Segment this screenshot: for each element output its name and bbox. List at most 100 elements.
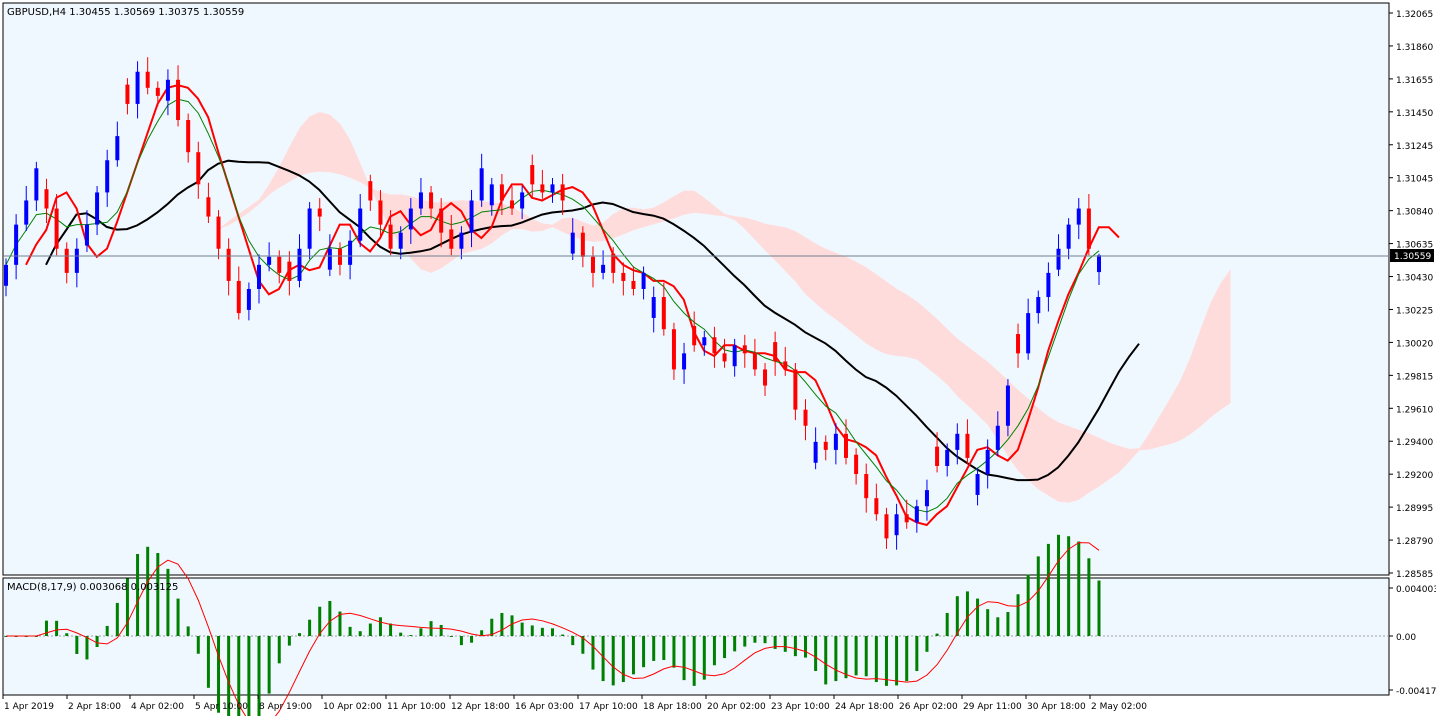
bull-candle (732, 345, 737, 367)
macd-bar (672, 636, 676, 668)
bear-candle (722, 353, 727, 362)
macd-bar (297, 633, 301, 636)
bull-candle (95, 192, 100, 225)
price-tick-label: 1.31245 (1396, 142, 1433, 152)
macd-bar (935, 633, 939, 636)
bull-candle (459, 232, 464, 249)
price-tick-label: 1.30430 (1396, 274, 1433, 284)
macd-bar (551, 628, 554, 636)
macd-bar (945, 612, 949, 636)
bull-candle (1036, 297, 1041, 314)
macd-bar (783, 636, 787, 652)
bear-candle (439, 208, 444, 233)
bull-candle (408, 208, 413, 230)
macd-bar (308, 619, 312, 636)
bear-candle (884, 514, 889, 539)
macd-bar (561, 634, 565, 636)
time-tick-label: 18 Apr 18:00 (643, 702, 702, 712)
macd-bar (874, 636, 878, 683)
bull-candle (1046, 272, 1051, 298)
bear-candle (277, 256, 282, 273)
bull-candle (641, 272, 646, 289)
macd-bar (105, 625, 109, 636)
macd-bar (854, 636, 858, 676)
macd-bar (1016, 594, 1020, 636)
bull-candle (105, 160, 110, 193)
macd-bar (1067, 536, 1071, 636)
macd-bar (65, 633, 69, 636)
bear-candle (186, 120, 191, 153)
macd-bar (419, 628, 423, 636)
bear-candle (560, 184, 565, 201)
macd-bar (844, 636, 848, 679)
macd-bar (115, 602, 119, 636)
price-tick-label: 1.31450 (1396, 109, 1433, 119)
bear-candle (510, 200, 515, 209)
time-tick-label: 12 Apr 18:00 (451, 702, 510, 712)
bull-candle (469, 200, 474, 233)
macd-bar (571, 636, 575, 646)
bear-candle (176, 79, 181, 121)
macd-bar (976, 598, 980, 636)
time-tick-label: 20 Apr 02:00 (707, 702, 766, 712)
bull-candle (520, 192, 525, 209)
macd-bar (1077, 541, 1081, 636)
macd-bar (793, 636, 797, 657)
bull-candle (924, 490, 929, 507)
time-tick-label: 11 Apr 10:00 (387, 702, 446, 712)
price-tick-label: 1.30020 (1396, 339, 1433, 349)
bear-candle (793, 369, 798, 410)
macd-bar (631, 636, 635, 675)
bear-candle (874, 498, 879, 515)
macd-bar (196, 636, 200, 654)
bear-candle (145, 71, 150, 88)
macd-bar (409, 635, 413, 637)
bull-candle (1066, 224, 1071, 249)
macd-bar (389, 623, 393, 636)
macd-bar (166, 568, 170, 636)
macd-bar (905, 636, 909, 682)
macd-bar (642, 636, 646, 668)
macd-bar (743, 636, 747, 647)
price-tick-label: 1.28995 (1396, 504, 1433, 514)
bear-candle (378, 200, 383, 225)
bull-candle (479, 168, 484, 201)
bear-candle (1086, 208, 1091, 249)
bull-candle (1026, 313, 1031, 354)
main-panel[interactable] (2, 2, 1390, 576)
macd-bar (540, 627, 544, 636)
macd-bar (287, 636, 291, 646)
bull-candle (995, 425, 1000, 450)
bear-candle (742, 345, 747, 354)
price-tick-label: 1.32065 (1396, 10, 1433, 20)
bull-candle (135, 71, 140, 104)
bear-candle (54, 208, 59, 249)
bear-candle (904, 514, 909, 523)
macd-bar (753, 636, 757, 643)
macd-bar (1026, 574, 1030, 636)
bull-candle (682, 353, 687, 370)
time-tick-label: 1 Apr 2019 (4, 702, 54, 712)
macd-bar (520, 622, 524, 636)
macd-bar (1046, 543, 1050, 636)
macd-bar (986, 609, 990, 636)
bull-candle (833, 433, 838, 450)
price-tick-label: 1.29610 (1396, 405, 1433, 415)
bull-candle (14, 224, 19, 265)
trading-chart[interactable]: GBPUSD,H4 1.30455 1.30569 1.30375 1.3055… (0, 0, 1436, 720)
bull-candle (34, 168, 39, 201)
time-tick-label: 2 May 02:00 (1091, 702, 1147, 712)
macd-bar (824, 636, 828, 685)
macd-bar (85, 636, 89, 660)
time-tick-label: 4 Apr 02:00 (131, 702, 184, 712)
macd-bar (996, 617, 1000, 636)
bull-candle (74, 248, 79, 273)
bear-candle (965, 433, 970, 458)
price-tick-label: 1.31860 (1396, 43, 1433, 53)
bear-candle (773, 342, 778, 362)
bear-candle (763, 369, 768, 386)
bear-candle (783, 361, 788, 370)
time-tick-label: 2 Apr 18:00 (68, 702, 121, 712)
time-tick-label: 5 Apr 10:00 (195, 702, 248, 712)
time-tick-label: 23 Apr 10:00 (771, 702, 830, 712)
